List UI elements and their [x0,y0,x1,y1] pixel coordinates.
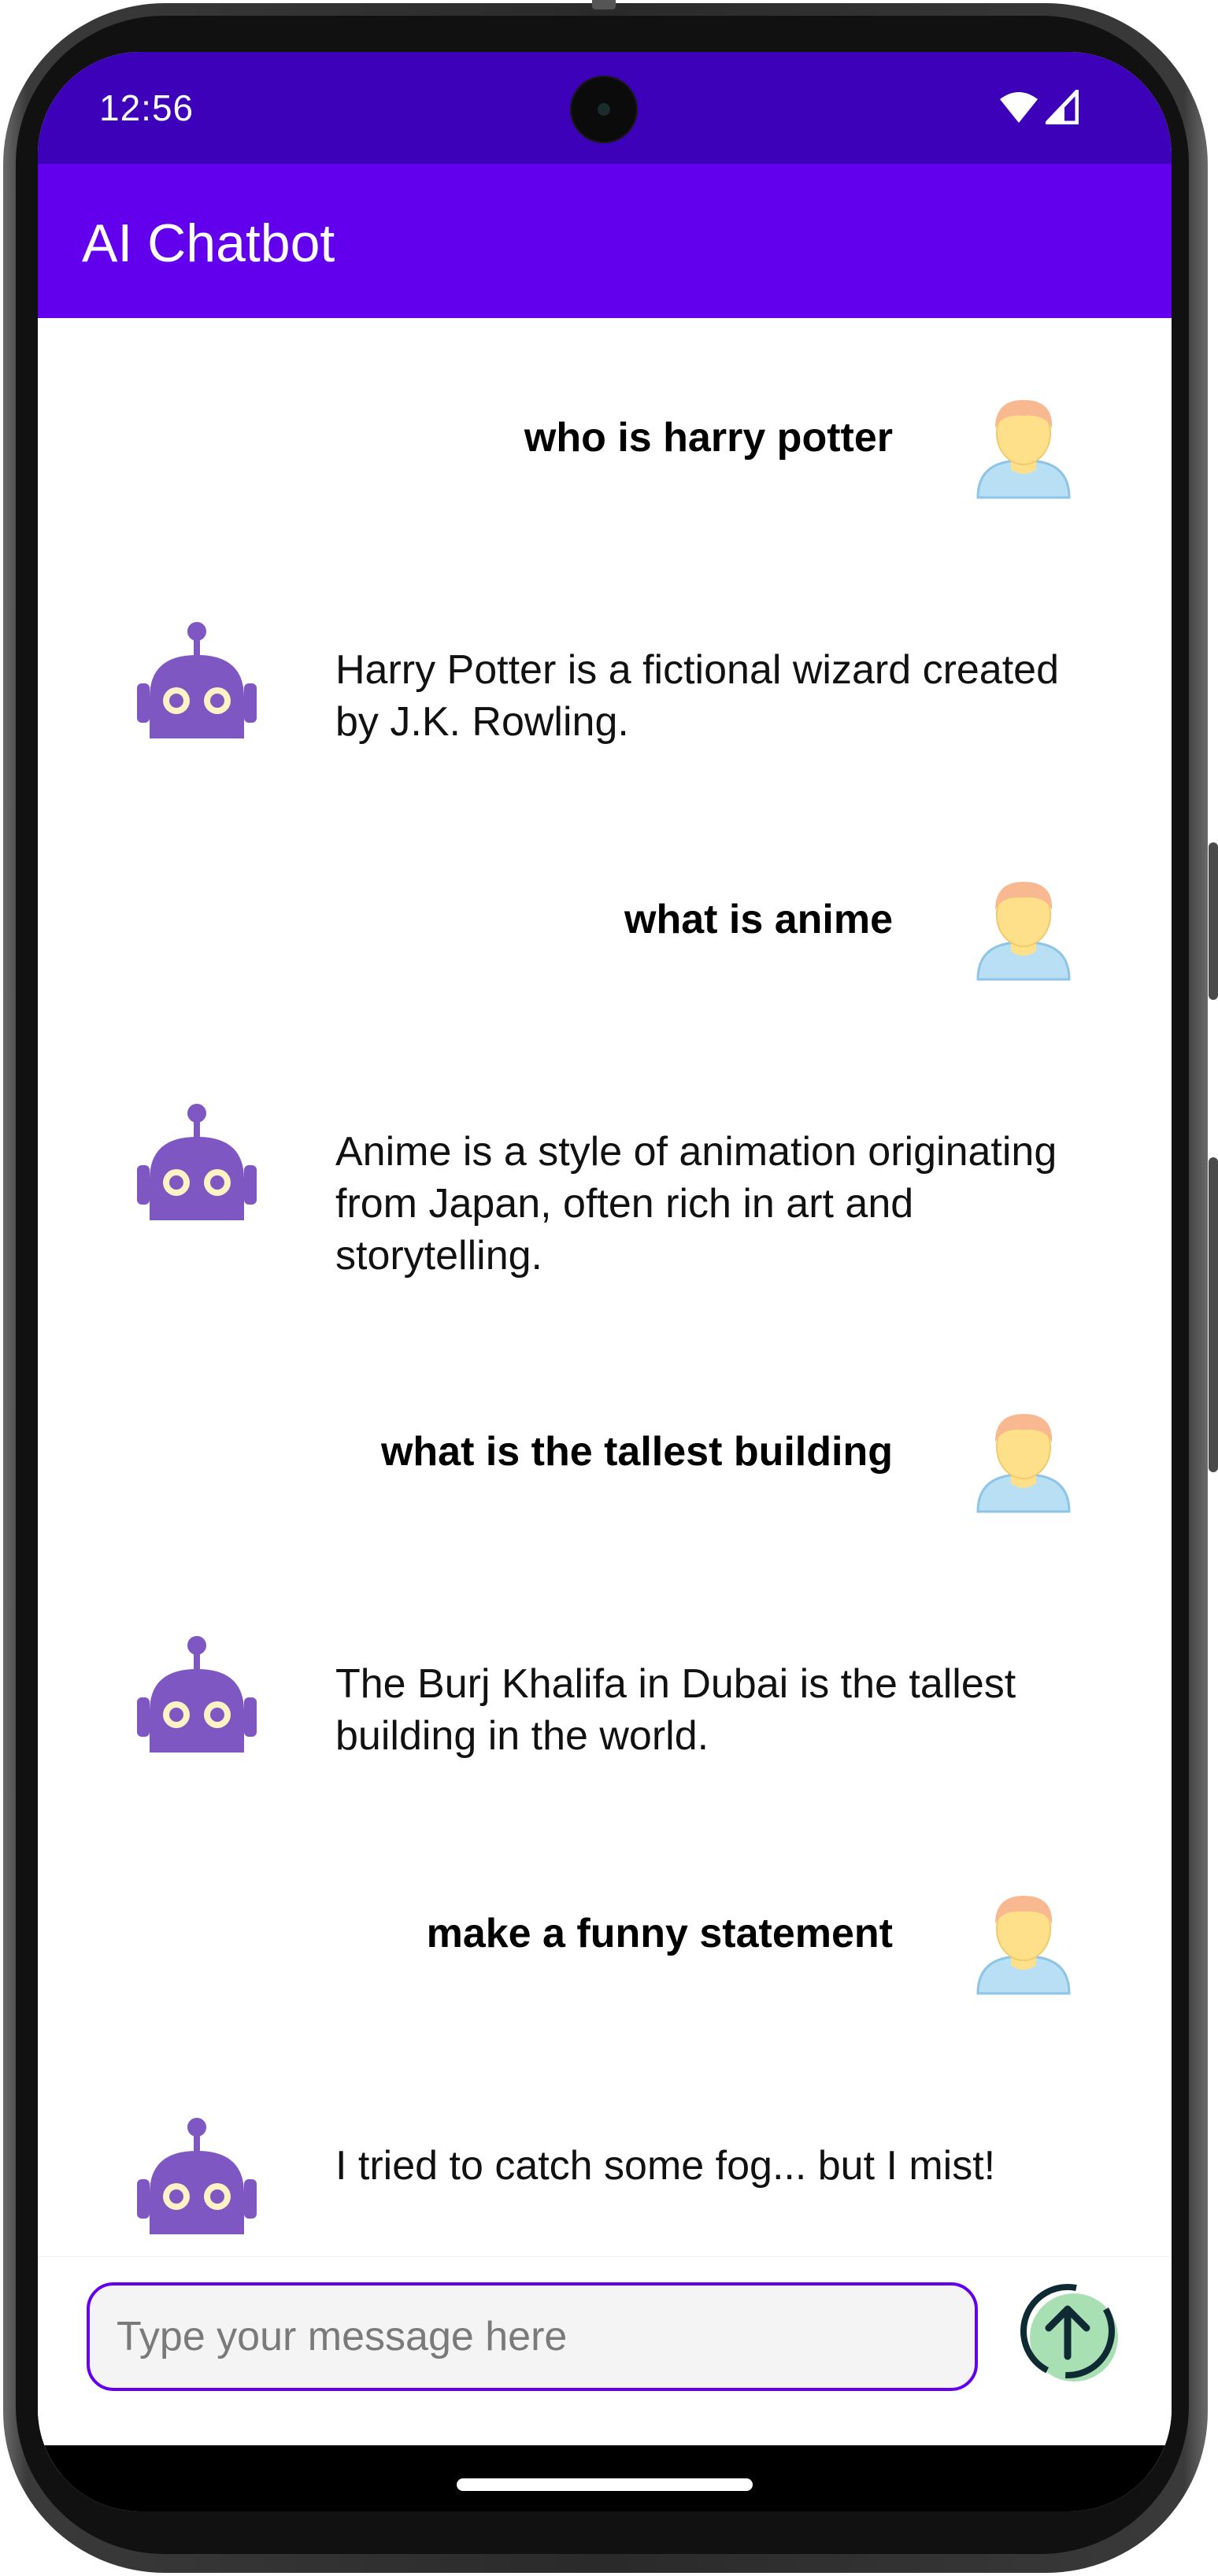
user-message: what is the tallest building [38,1411,1172,1513]
app-bar: AI Chatbot [38,164,1172,318]
bot-message-text: Anime is a style of animation originatin… [335,1129,1057,1279]
front-camera [570,76,638,143]
user-avatar-icon [976,1896,1071,1995]
volume-button [1209,842,1218,1000]
user-message: who is harry potter [38,397,1172,499]
status-bar: 12:56 [38,52,1172,164]
user-message: what is anime [38,879,1172,981]
bot-message: I tried to catch some fog... but I mist! [38,2116,1172,2258]
phone-frame: 12:56 AI Chatbot who is harry potter Har… [0,0,1218,2576]
power-button [1209,1157,1218,1472]
user-message-text: who is harry potter [524,415,893,461]
home-indicator[interactable] [457,2478,753,2491]
message-composer [38,2256,1172,2474]
status-icons [998,90,1079,124]
user-message-text: make a funny statement [426,1911,893,1956]
user-avatar-icon [976,1414,1071,1513]
screen: 12:56 AI Chatbot who is harry potter Har… [38,52,1172,2511]
navigation-bar [38,2445,1172,2511]
user-message: make a funny statement [38,1893,1172,1995]
wifi-icon [1000,92,1038,123]
app-title: AI Chatbot [82,213,335,273]
robot-avatar-icon [137,2118,257,2234]
robot-avatar-icon [137,1636,257,1752]
bot-message: Anime is a style of animation originatin… [38,1102,1172,1307]
user-message-text: what is anime [624,897,893,942]
message-input[interactable] [87,2282,978,2391]
bot-message: The Burj Khalifa in Dubai is the tallest… [38,1634,1172,1792]
phone-top-sensor [592,0,616,9]
user-avatar-icon [976,400,1071,499]
bot-message-text: The Burj Khalifa in Dubai is the tallest… [335,1661,1016,1759]
user-avatar-icon [976,882,1071,981]
signal-icon [1046,90,1079,124]
user-message-text: what is the tallest building [380,1429,893,1475]
robot-avatar-icon [137,1104,257,1220]
status-time: 12:56 [99,87,194,128]
bot-message-text: Harry Potter is a fictional wizard creat… [335,647,1060,745]
bot-message-text: I tried to catch some fog... but I mist! [335,2143,996,2189]
send-button[interactable] [1019,2282,1121,2385]
robot-avatar-icon [137,622,257,738]
chat-list[interactable]: who is harry potter Harry Potter is a fi… [38,318,1172,2256]
arrow-up-icon [1020,2284,1118,2382]
bot-message: Harry Potter is a fictional wizard creat… [38,620,1172,778]
